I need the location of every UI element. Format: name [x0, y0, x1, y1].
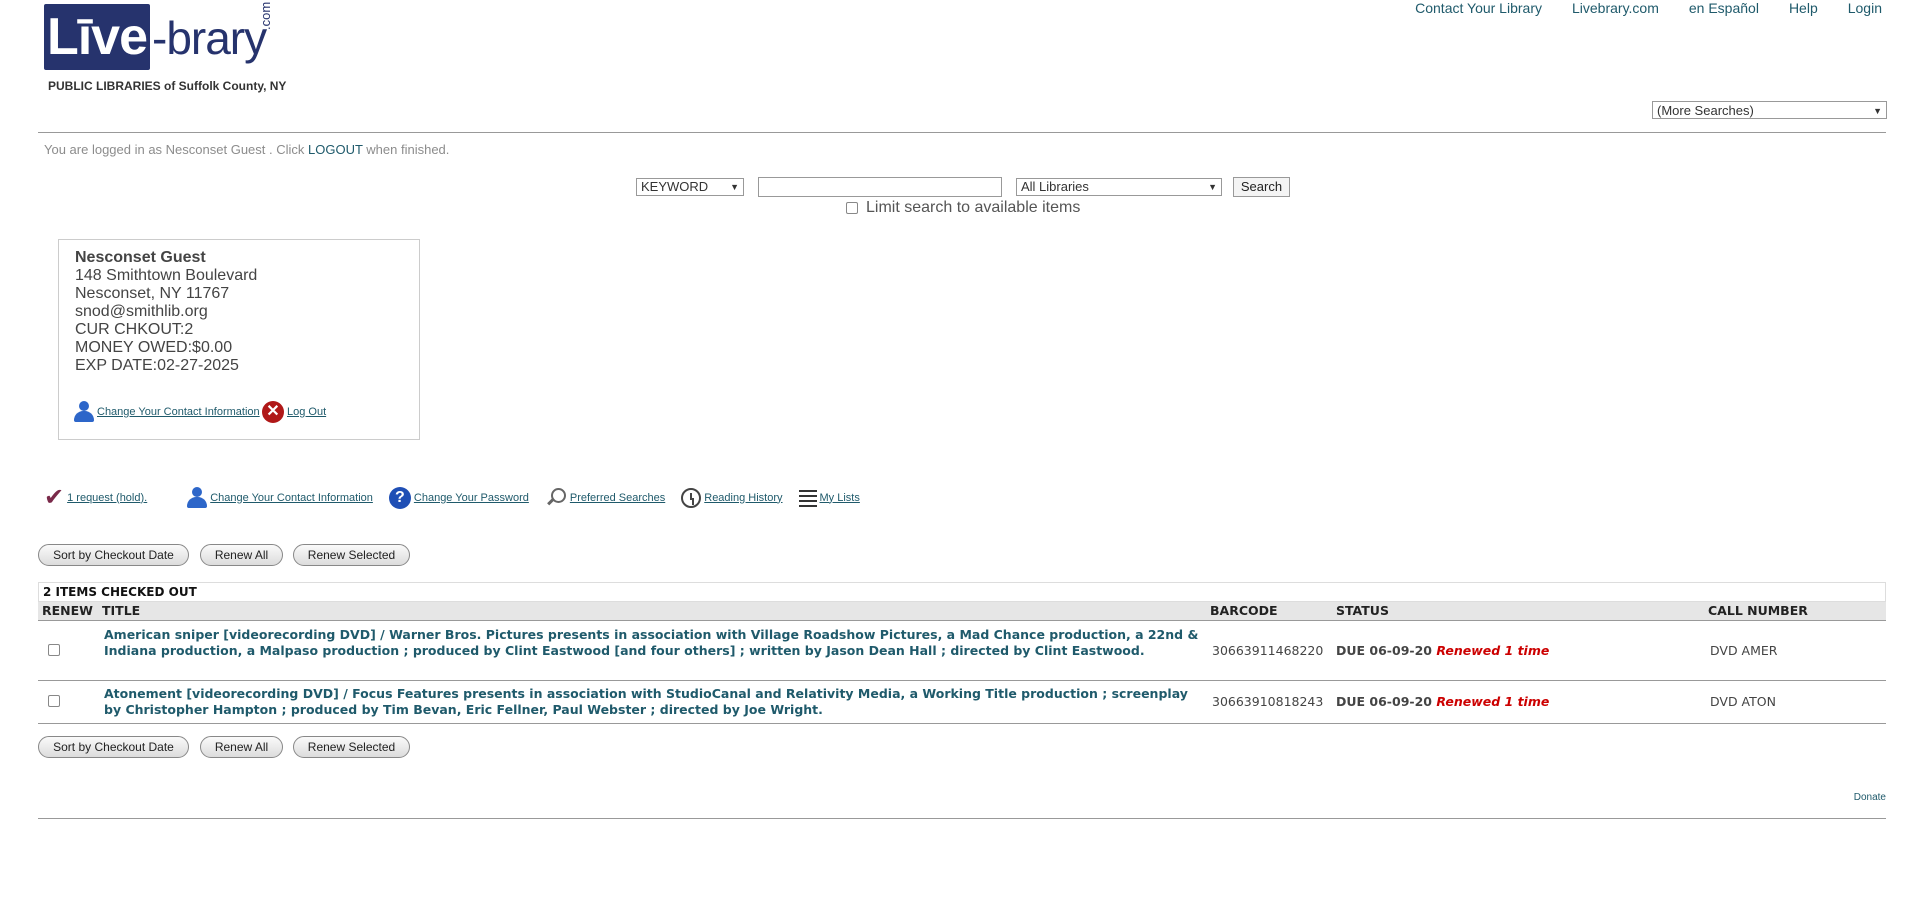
change-password-link[interactable]: Change Your Password	[414, 492, 529, 504]
checkmark-icon: ✔	[44, 484, 65, 511]
change-contact-link[interactable]: Change Your Contact Information	[97, 403, 262, 421]
chevron-down-icon: ▼	[1208, 182, 1217, 192]
library-select[interactable]: All Libraries ▼	[1016, 178, 1222, 196]
user-icon[interactable]	[74, 401, 94, 423]
header-divider	[38, 132, 1886, 133]
header-status: STATUS	[1336, 603, 1389, 618]
login-message-suffix: when finished.	[362, 142, 450, 157]
limit-available: Limit search to available items	[846, 199, 1080, 217]
header-title: TITLE	[102, 603, 141, 618]
item-title-link[interactable]: American sniper [videorecording DVD] / W…	[104, 627, 1204, 659]
table-row: Atonement [videorecording DVD] / Focus F…	[38, 681, 1886, 724]
more-searches-value: (More Searches)	[1657, 103, 1754, 118]
sort-by-checkout-date-button-bottom[interactable]: Sort by Checkout Date	[38, 736, 189, 758]
patron-address-line2: Nesconset, NY 11767	[75, 285, 230, 302]
renew-all-button-bottom[interactable]: Renew All	[200, 736, 283, 758]
item-renewed: Renewed 1 time	[1436, 694, 1550, 709]
search-type-value: KEYWORD	[641, 179, 709, 194]
chevron-down-icon: ▼	[1873, 106, 1882, 116]
my-lists-action: My Lists	[798, 488, 860, 508]
item-renewed: Renewed 1 time	[1436, 643, 1550, 658]
nav-livebrary[interactable]: Livebrary.com	[1572, 0, 1659, 18]
clock-icon	[681, 487, 702, 508]
renew-all-button[interactable]: Renew All	[200, 544, 283, 566]
patron-email: snod@smithlib.org	[75, 303, 208, 320]
change-password-action: ? Change Your Password	[388, 486, 529, 509]
table-row: American sniper [videorecording DVD] / W…	[38, 621, 1886, 681]
logo-subtitle: PUBLIC LIBRARIES of Suffolk County, NY	[48, 79, 287, 93]
account-actions: ✔ 1 request (hold). Change Your Contact …	[44, 483, 876, 512]
patron-money-owed: MONEY OWED:$0.00	[75, 339, 233, 356]
table-header: RENEW TITLE BARCODE STATUS CALL NUMBER	[38, 602, 1886, 621]
library-select-value: All Libraries	[1021, 179, 1089, 194]
nav-login[interactable]: Login	[1848, 0, 1882, 18]
reading-history-link[interactable]: Reading History	[704, 492, 782, 504]
livebrary-logo[interactable]: Līve -brary .com PUBLIC LIBRARIES of Suf…	[44, 1, 287, 96]
search-button[interactable]: Search	[1233, 177, 1290, 197]
magnifier-icon	[545, 487, 567, 509]
more-searches-select[interactable]: (More Searches) ▼	[1652, 101, 1887, 119]
renew-checkbox[interactable]	[48, 644, 60, 656]
item-status: DUE 06-09-20 Renewed 1 time	[1336, 643, 1549, 658]
my-lists-link[interactable]: My Lists	[820, 492, 860, 504]
patron-links: Change Your Contact Information ✕ Log Ou…	[74, 401, 326, 423]
sort-by-checkout-date-button[interactable]: Sort by Checkout Date	[38, 544, 189, 566]
item-title-link[interactable]: Atonement [videorecording DVD] / Focus F…	[104, 686, 1204, 718]
search-input[interactable]	[758, 177, 1002, 197]
item-call-number: DVD AMER	[1710, 643, 1778, 658]
header-renew: RENEW	[42, 603, 93, 618]
preferred-searches-action: Preferred Searches	[545, 487, 665, 509]
patron-name: Nesconset Guest	[75, 249, 206, 266]
item-call-number: DVD ATON	[1710, 694, 1776, 709]
logo-com: .com	[258, 1, 273, 30]
nav-contact-library[interactable]: Contact Your Library	[1415, 0, 1542, 18]
header-barcode: BARCODE	[1210, 603, 1278, 618]
close-icon[interactable]: ✕	[262, 401, 284, 423]
renew-selected-button-bottom[interactable]: Renew Selected	[293, 736, 410, 758]
item-barcode: 30663910818243	[1212, 694, 1324, 709]
preferred-searches-link[interactable]: Preferred Searches	[570, 492, 665, 504]
reading-history-action: Reading History	[681, 487, 783, 508]
question-icon: ?	[388, 486, 411, 509]
logout-link[interactable]: LOGOUT	[308, 142, 363, 157]
nav-en-espanol[interactable]: en Español	[1689, 0, 1759, 18]
donate-link[interactable]: Donate	[1854, 792, 1886, 803]
search-type-select[interactable]: KEYWORD ▼	[636, 178, 744, 196]
change-contact-action: Change Your Contact Information	[187, 486, 373, 509]
footer-divider	[38, 818, 1886, 819]
requests-action: ✔ 1 request (hold).	[44, 483, 147, 512]
chevron-down-icon: ▼	[730, 182, 739, 192]
top-nav: Contact Your Library Livebrary.com en Es…	[1415, 0, 1882, 18]
renew-selected-button[interactable]: Renew Selected	[293, 544, 410, 566]
requests-link[interactable]: 1 request (hold).	[67, 492, 147, 504]
checkouts-table: 2 ITEMS CHECKED OUT RENEW TITLE BARCODE …	[38, 582, 1886, 724]
header-call-number: CALL NUMBER	[1708, 603, 1808, 618]
item-due-date: DUE 06-09-20	[1336, 643, 1432, 658]
patron-address-line1: 148 Smithtown Boulevard	[75, 267, 258, 284]
user-icon	[187, 486, 208, 509]
patron-exp-date: EXP DATE:02-27-2025	[75, 357, 239, 374]
patron-logout-link[interactable]: Log Out	[287, 403, 326, 421]
list-icon	[798, 488, 817, 508]
change-contact-info-link[interactable]: Change Your Contact Information	[210, 492, 373, 504]
item-status: DUE 06-09-20 Renewed 1 time	[1336, 694, 1549, 709]
login-message: You are logged in as Nesconset Guest . C…	[44, 142, 449, 157]
patron-checkouts: CUR CHKOUT:2	[75, 321, 194, 338]
logo-wordmark: -brary	[152, 12, 267, 64]
logo-mark: Līve	[44, 4, 150, 70]
login-message-prefix: You are logged in as Nesconset Guest . C…	[44, 142, 308, 157]
patron-info-box: Nesconset Guest 148 Smithtown Boulevard …	[58, 239, 420, 440]
limit-available-checkbox[interactable]	[846, 202, 858, 214]
limit-available-label: Limit search to available items	[866, 199, 1081, 216]
item-due-date: DUE 06-09-20	[1336, 694, 1432, 709]
item-barcode: 30663911468220	[1212, 643, 1324, 658]
renew-checkbox[interactable]	[48, 695, 60, 707]
checkouts-caption: 2 ITEMS CHECKED OUT	[38, 582, 1886, 602]
nav-help[interactable]: Help	[1789, 0, 1818, 18]
